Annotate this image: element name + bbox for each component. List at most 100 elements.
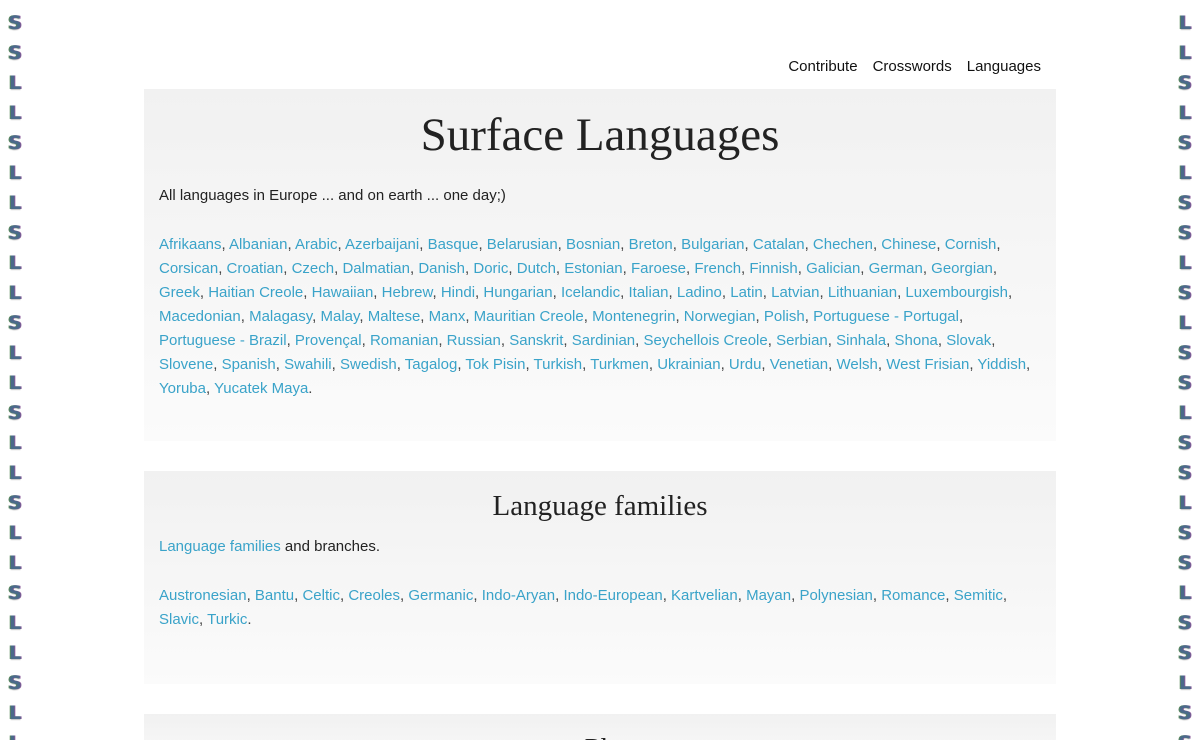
language-link-estonian[interactable]: Estonian xyxy=(564,260,622,277)
list-separator: , xyxy=(419,236,428,253)
language-link-german[interactable]: German xyxy=(869,260,923,277)
language-link-dutch[interactable]: Dutch xyxy=(517,260,556,277)
language-link-montenegrin[interactable]: Montenegrin xyxy=(592,308,675,325)
right-logo-letter: S xyxy=(1178,132,1192,154)
language-link-hindi[interactable]: Hindi xyxy=(441,284,475,301)
language-link-yucatek-maya[interactable]: Yucatek Maya xyxy=(214,380,308,397)
language-link-basque[interactable]: Basque xyxy=(428,236,479,253)
family-link-semitic[interactable]: Semitic xyxy=(954,587,1003,604)
language-link-tok-pisin[interactable]: Tok Pisin xyxy=(465,356,525,373)
language-link-faroese[interactable]: Faroese xyxy=(631,260,686,277)
language-link-malay[interactable]: Malay xyxy=(321,308,360,325)
language-families-link[interactable]: Language families xyxy=(159,538,281,555)
language-link-malagasy[interactable]: Malagasy xyxy=(249,308,312,325)
language-link-urdu[interactable]: Urdu xyxy=(729,356,762,373)
language-link-swedish[interactable]: Swedish xyxy=(340,356,397,373)
language-link-dalmatian[interactable]: Dalmatian xyxy=(342,260,410,277)
language-link-cornish[interactable]: Cornish xyxy=(945,236,997,253)
language-link-west-frisian[interactable]: West Frisian xyxy=(886,356,969,373)
language-link-catalan[interactable]: Catalan xyxy=(753,236,805,253)
language-link-czech[interactable]: Czech xyxy=(292,260,335,277)
language-link-icelandic[interactable]: Icelandic xyxy=(561,284,620,301)
family-link-slavic[interactable]: Slavic xyxy=(159,611,199,628)
family-link-mayan[interactable]: Mayan xyxy=(746,587,791,604)
language-link-proven-al[interactable]: Provençal xyxy=(295,332,362,349)
language-link-lithuanian[interactable]: Lithuanian xyxy=(828,284,897,301)
language-link-italian[interactable]: Italian xyxy=(628,284,668,301)
language-link-spanish[interactable]: Spanish xyxy=(222,356,276,373)
language-link-croatian[interactable]: Croatian xyxy=(227,260,284,277)
language-link-chinese[interactable]: Chinese xyxy=(881,236,936,253)
language-link-azerbaijani[interactable]: Azerbaijani xyxy=(345,236,419,253)
language-link-bulgarian[interactable]: Bulgarian xyxy=(681,236,744,253)
language-link-ladino[interactable]: Ladino xyxy=(677,284,722,301)
family-link-kartvelian[interactable]: Kartvelian xyxy=(671,587,738,604)
language-link-venetian[interactable]: Venetian xyxy=(770,356,828,373)
language-link-portuguese-portugal[interactable]: Portuguese - Portugal xyxy=(813,308,959,325)
language-link-hawaiian[interactable]: Hawaiian xyxy=(312,284,374,301)
language-link-serbian[interactable]: Serbian xyxy=(776,332,828,349)
language-link-doric[interactable]: Doric xyxy=(473,260,508,277)
nav-contribute[interactable]: Contribute xyxy=(788,57,857,77)
language-link-belarusian[interactable]: Belarusian xyxy=(487,236,558,253)
family-link-romance[interactable]: Romance xyxy=(881,587,945,604)
language-link-danish[interactable]: Danish xyxy=(418,260,465,277)
language-link-latvian[interactable]: Latvian xyxy=(771,284,819,301)
language-link-french[interactable]: French xyxy=(694,260,741,277)
left-logo-letter: L xyxy=(8,342,22,364)
nav-languages[interactable]: Languages xyxy=(967,57,1041,77)
family-link-creoles[interactable]: Creoles xyxy=(348,587,400,604)
language-link-albanian[interactable]: Albanian xyxy=(229,236,287,253)
language-link-maltese[interactable]: Maltese xyxy=(368,308,421,325)
language-link-portuguese-brazil[interactable]: Portuguese - Brazil xyxy=(159,332,287,349)
language-link-chechen[interactable]: Chechen xyxy=(813,236,873,253)
language-link-breton[interactable]: Breton xyxy=(629,236,673,253)
language-link-galician[interactable]: Galician xyxy=(806,260,860,277)
family-link-indo-european[interactable]: Indo-European xyxy=(563,587,662,604)
language-link-afrikaans[interactable]: Afrikaans xyxy=(159,236,222,253)
language-link-sardinian[interactable]: Sardinian xyxy=(572,332,635,349)
language-link-seychellois-creole[interactable]: Seychellois Creole xyxy=(643,332,767,349)
language-link-yoruba[interactable]: Yoruba xyxy=(159,380,206,397)
language-link-swahili[interactable]: Swahili xyxy=(284,356,332,373)
language-link-yiddish[interactable]: Yiddish xyxy=(977,356,1026,373)
language-link-sanskrit[interactable]: Sanskrit xyxy=(509,332,563,349)
language-link-ukrainian[interactable]: Ukrainian xyxy=(657,356,720,373)
language-link-georgian[interactable]: Georgian xyxy=(931,260,993,277)
language-link-hebrew[interactable]: Hebrew xyxy=(382,284,433,301)
list-separator: , xyxy=(199,284,209,301)
language-link-sinhala[interactable]: Sinhala xyxy=(836,332,886,349)
language-link-haitian-creole[interactable]: Haitian Creole xyxy=(208,284,303,301)
family-link-polynesian[interactable]: Polynesian xyxy=(799,587,872,604)
family-link-bantu[interactable]: Bantu xyxy=(255,587,294,604)
language-link-shona[interactable]: Shona xyxy=(895,332,938,349)
language-link-bosnian[interactable]: Bosnian xyxy=(566,236,620,253)
language-link-latin[interactable]: Latin xyxy=(730,284,763,301)
left-logo-letter: L xyxy=(8,522,22,544)
language-link-luxembourgish[interactable]: Luxembourgish xyxy=(905,284,1008,301)
language-link-mauritian-creole[interactable]: Mauritian Creole xyxy=(474,308,584,325)
language-link-turkish[interactable]: Turkish xyxy=(534,356,583,373)
language-link-macedonian[interactable]: Macedonian xyxy=(159,308,241,325)
family-link-turkic[interactable]: Turkic xyxy=(207,611,247,628)
language-link-arabic[interactable]: Arabic xyxy=(295,236,338,253)
language-link-slovak[interactable]: Slovak xyxy=(946,332,991,349)
language-link-polish[interactable]: Polish xyxy=(764,308,805,325)
language-link-greek[interactable]: Greek xyxy=(159,284,200,301)
family-link-austronesian[interactable]: Austronesian xyxy=(159,587,247,604)
language-link-slovene[interactable]: Slovene xyxy=(159,356,213,373)
family-link-germanic[interactable]: Germanic xyxy=(408,587,473,604)
language-link-tagalog[interactable]: Tagalog xyxy=(405,356,458,373)
language-link-hungarian[interactable]: Hungarian xyxy=(483,284,552,301)
language-link-manx[interactable]: Manx xyxy=(429,308,466,325)
language-link-welsh[interactable]: Welsh xyxy=(837,356,878,373)
family-link-celtic[interactable]: Celtic xyxy=(302,587,340,604)
nav-crosswords[interactable]: Crosswords xyxy=(873,57,952,77)
family-link-indo-aryan[interactable]: Indo-Aryan xyxy=(482,587,555,604)
language-link-finnish[interactable]: Finnish xyxy=(749,260,797,277)
language-link-russian[interactable]: Russian xyxy=(447,332,501,349)
language-link-corsican[interactable]: Corsican xyxy=(159,260,218,277)
language-link-turkmen[interactable]: Turkmen xyxy=(590,356,649,373)
language-link-norwegian[interactable]: Norwegian xyxy=(684,308,756,325)
language-link-romanian[interactable]: Romanian xyxy=(370,332,438,349)
